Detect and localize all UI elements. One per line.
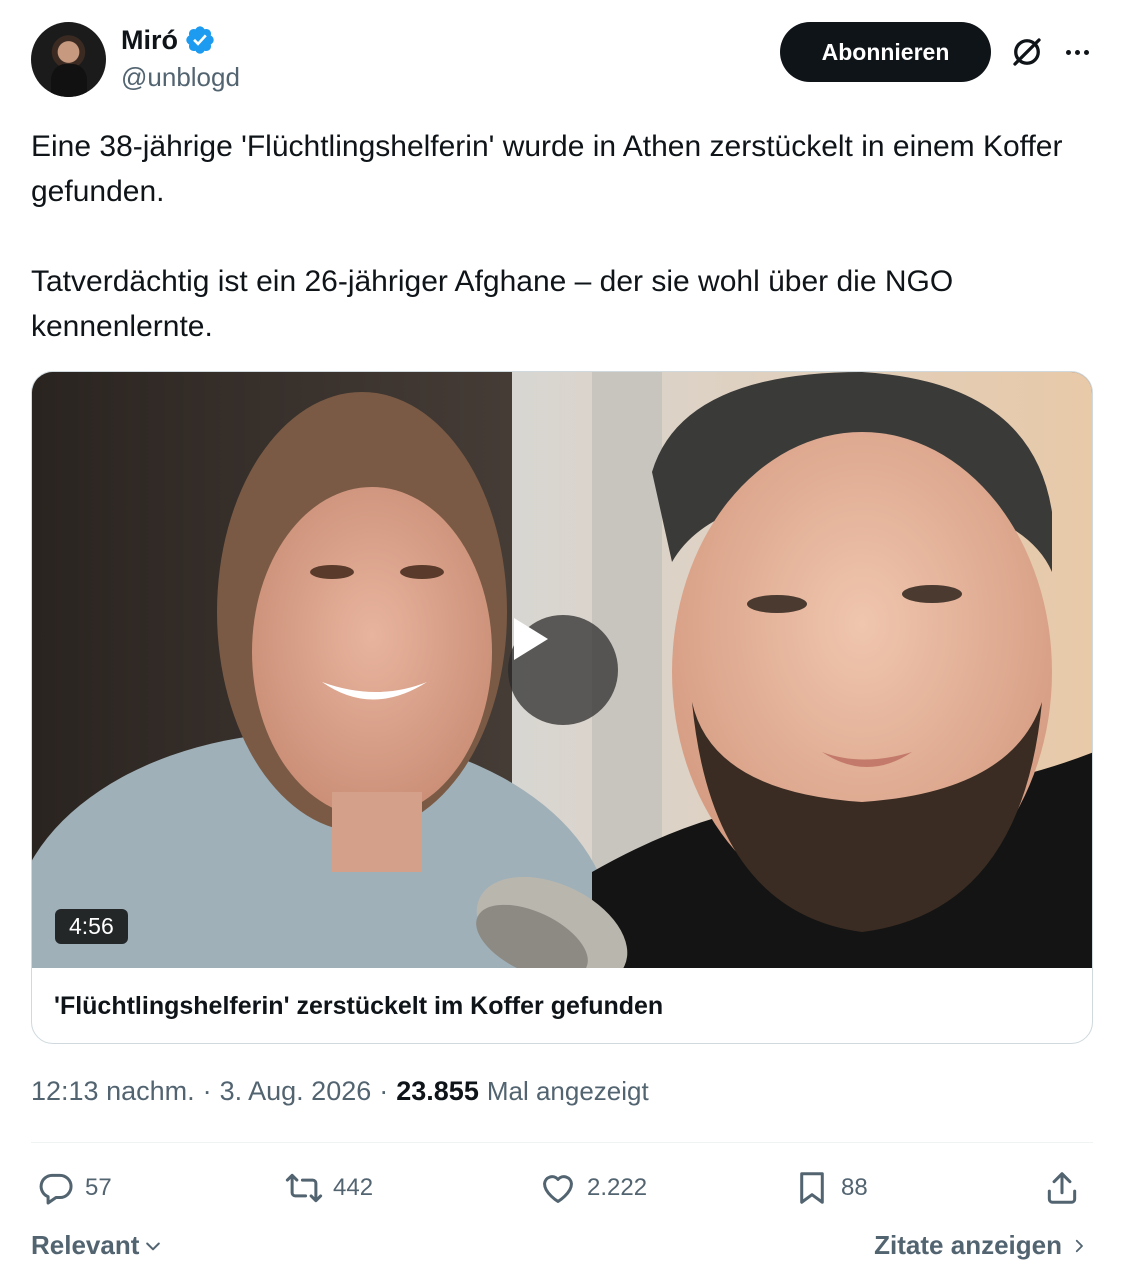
play-icon	[514, 618, 548, 660]
tweet-meta: 12:13 nachm. · 3. Aug. 2026 · 23.855 Mal…	[31, 1076, 649, 1107]
bookmark-button[interactable]: 88	[793, 1165, 868, 1211]
share-icon	[1047, 1172, 1077, 1204]
more-dots-icon[interactable]	[1059, 34, 1095, 70]
chevron-right-icon	[1075, 1239, 1083, 1252]
reply-footer: Relevant Zitate anzeigen	[31, 1228, 1093, 1268]
bookmark-count: 88	[841, 1174, 868, 1201]
verified-badge-icon[interactable]	[184, 24, 216, 56]
reply-button[interactable]: 57	[37, 1165, 112, 1211]
tweet-header: Miró @unblogd Abonnieren	[31, 22, 1093, 100]
tweet-time[interactable]: 12:13 nachm.	[31, 1076, 195, 1107]
bookmark-icon	[800, 1172, 824, 1204]
heart-icon	[543, 1175, 573, 1203]
card-title[interactable]: 'Flüchtlingshelferin' zerstückelt im Kof…	[54, 992, 663, 1021]
repost-button[interactable]: 442	[285, 1165, 373, 1211]
subscribe-button[interactable]: Abonnieren	[780, 22, 991, 82]
video-duration: 4:56	[55, 909, 128, 944]
grok-icon[interactable]	[1009, 34, 1045, 70]
view-count-label: Mal angezeigt	[486, 1076, 649, 1106]
tweet-date[interactable]: 3. Aug. 2026	[220, 1076, 372, 1107]
view-quotes-label: Zitate anzeigen	[874, 1230, 1062, 1260]
repost-icon	[285, 1173, 323, 1203]
author-name-row: Miró	[121, 24, 216, 56]
like-count: 2.222	[587, 1174, 648, 1201]
divider	[31, 1142, 1093, 1143]
reply-count: 57	[85, 1174, 112, 1201]
sort-dropdown[interactable]: Relevant	[31, 1230, 163, 1261]
meta-separator-2: ·	[379, 1076, 389, 1106]
sort-label: Relevant	[31, 1230, 140, 1260]
play-button[interactable]	[508, 615, 618, 725]
video-card[interactable]: 4:56 'Flüchtlingshelferin' zerstückelt i…	[31, 371, 1093, 1044]
share-button[interactable]	[1043, 1165, 1081, 1211]
avatar[interactable]	[31, 22, 106, 97]
meta-separator: ·	[202, 1076, 212, 1106]
action-bar: 57 442 2.222 88	[31, 1165, 1093, 1211]
like-button[interactable]: 2.222	[539, 1165, 647, 1211]
author-name[interactable]: Miró	[121, 25, 178, 56]
tweet-paragraph-2: Tatverdächtig ist ein 26-jähriger Afghan…	[31, 265, 954, 343]
view-count: 23.855	[396, 1076, 479, 1106]
author-handle[interactable]: @unblogd	[121, 62, 240, 93]
chevron-down-icon	[146, 1242, 161, 1250]
video-thumbnail[interactable]: 4:56	[32, 372, 1092, 968]
repost-count: 442	[333, 1174, 374, 1201]
reply-icon	[39, 1173, 73, 1205]
tweet-text: Eine 38-jährige 'Flüchtlingshelferin' wu…	[31, 124, 1093, 349]
view-quotes-link[interactable]: Zitate anzeigen	[874, 1230, 1088, 1261]
tweet-paragraph-1: Eine 38-jährige 'Flüchtlingshelferin' wu…	[31, 130, 1063, 208]
